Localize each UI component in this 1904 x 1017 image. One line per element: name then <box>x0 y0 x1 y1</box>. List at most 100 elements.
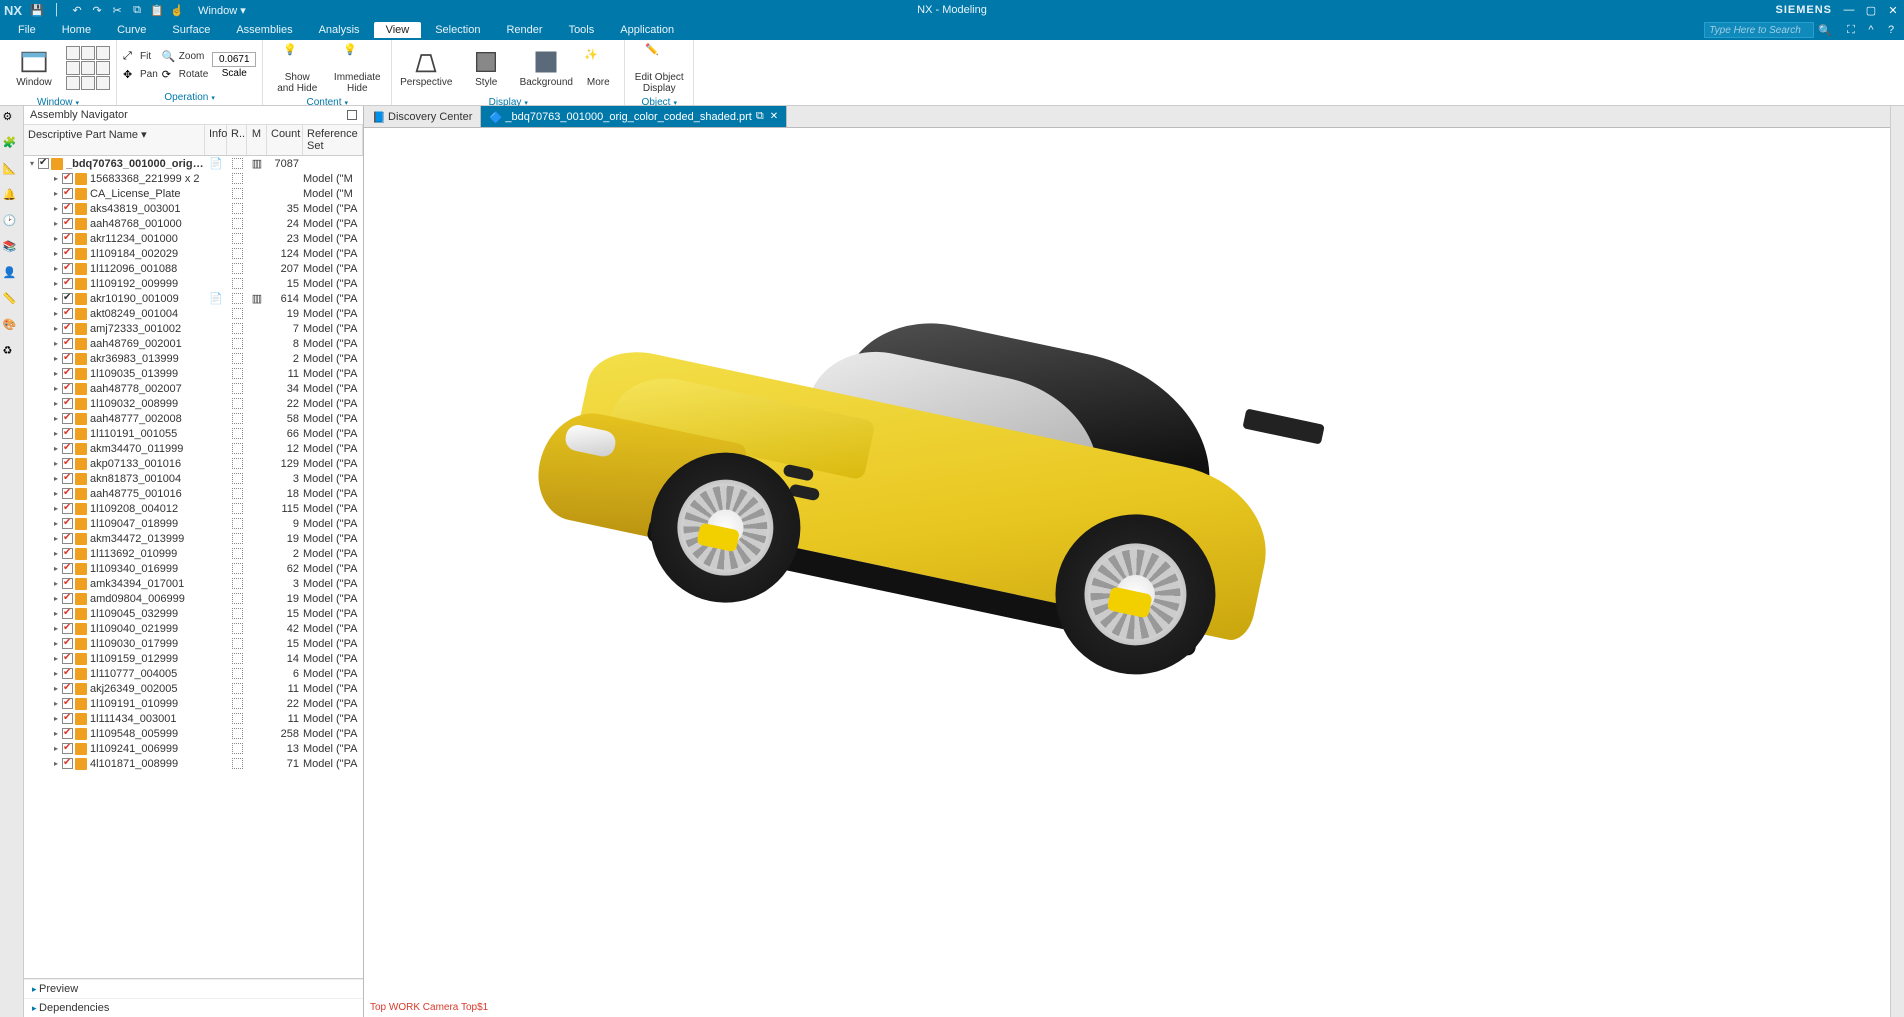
show-and-hide-button[interactable]: 💡 Show and Hide <box>269 42 325 94</box>
tree-row[interactable]: ▸1l109192_00999915Model ("PA <box>24 276 363 291</box>
col-count[interactable]: Count <box>267 125 303 155</box>
tree-row[interactable]: ▸akt08249_00100419Model ("PA <box>24 306 363 321</box>
expander-icon[interactable]: ▸ <box>52 414 60 423</box>
expander-icon[interactable]: ▸ <box>52 294 60 303</box>
expander-icon[interactable]: ▸ <box>52 594 60 603</box>
visibility-checkbox[interactable] <box>62 503 73 514</box>
visibility-checkbox[interactable] <box>62 263 73 274</box>
expander-icon[interactable]: ▸ <box>52 624 60 633</box>
notification-icon[interactable]: 🔔 <box>3 188 21 206</box>
expander-icon[interactable]: ▸ <box>52 639 60 648</box>
expander-icon[interactable]: ▸ <box>52 459 60 468</box>
style-button[interactable]: Style <box>458 42 514 94</box>
expander-icon[interactable]: ▸ <box>52 249 60 258</box>
tree-row[interactable]: ▸akm34472_01399919Model ("PA <box>24 531 363 546</box>
tree-row[interactable]: ▸1l109030_01799915Model ("PA <box>24 636 363 651</box>
preview-section[interactable]: Preview <box>24 979 363 998</box>
tree-row[interactable]: ▸aah48768_00100024Model ("PA <box>24 216 363 231</box>
graphics-canvas[interactable]: Top WORK Camera Top$1 <box>364 128 1890 1017</box>
tree-row[interactable]: ▸1l109035_01399911Model ("PA <box>24 366 363 381</box>
menu-file[interactable]: File <box>6 22 48 38</box>
expander-icon[interactable]: ▸ <box>52 654 60 663</box>
tree-row[interactable]: ▸1l109184_002029124Model ("PA <box>24 246 363 261</box>
expander-icon[interactable]: ▸ <box>52 669 60 678</box>
expander-icon[interactable]: ▸ <box>52 534 60 543</box>
visibility-checkbox[interactable] <box>62 488 73 499</box>
visibility-checkbox[interactable] <box>62 323 73 334</box>
tree-row[interactable]: ▸CA_License_PlateModel ("M <box>24 186 363 201</box>
restore-icon[interactable]: ▢ <box>1864 4 1878 17</box>
maximize-panel-icon[interactable] <box>347 110 357 120</box>
expander-icon[interactable]: ▸ <box>52 369 60 378</box>
dependencies-section[interactable]: Dependencies <box>24 998 363 1017</box>
measure-icon[interactable]: 📏 <box>3 292 21 310</box>
tree-row[interactable]: ▸1l109040_02199942Model ("PA <box>24 621 363 636</box>
expander-icon[interactable]: ▸ <box>52 519 60 528</box>
expander-icon[interactable]: ▾ <box>28 159 36 168</box>
menu-selection[interactable]: Selection <box>423 22 492 38</box>
tree-row[interactable]: ▸1l109548_005999258Model ("PA <box>24 726 363 741</box>
touch-icon[interactable]: ☝ <box>170 3 184 17</box>
col-info[interactable]: Info <box>205 125 227 155</box>
visibility-checkbox[interactable] <box>62 428 73 439</box>
tree-row[interactable]: ▸1l111434_00300111Model ("PA <box>24 711 363 726</box>
visibility-checkbox[interactable] <box>62 338 73 349</box>
visibility-checkbox[interactable] <box>62 188 73 199</box>
visibility-checkbox[interactable] <box>62 563 73 574</box>
visibility-checkbox[interactable] <box>62 413 73 424</box>
expander-icon[interactable]: ▸ <box>52 579 60 588</box>
more-button[interactable]: ✨ More <box>578 42 618 94</box>
rotate-button[interactable]: ⟳Rotate <box>162 66 208 83</box>
tree-row[interactable]: ▸1l109208_004012115Model ("PA <box>24 501 363 516</box>
part-navigator-icon[interactable]: 📐 <box>3 162 21 180</box>
visibility-checkbox[interactable] <box>62 683 73 694</box>
expander-icon[interactable]: ▸ <box>52 279 60 288</box>
help-up-icon[interactable]: ^ <box>1864 24 1878 37</box>
menu-curve[interactable]: Curve <box>105 22 158 38</box>
visibility-checkbox[interactable] <box>62 668 73 679</box>
visibility-checkbox[interactable] <box>62 623 73 634</box>
expander-icon[interactable]: ▸ <box>52 429 60 438</box>
fullscreen-icon[interactable]: ⛶ <box>1844 24 1858 37</box>
visibility-checkbox[interactable] <box>62 293 73 304</box>
immediate-hide-button[interactable]: 💡 Immediate Hide <box>329 42 385 94</box>
expander-icon[interactable]: ▸ <box>52 309 60 318</box>
tree-row[interactable]: ▸akj26349_00200511Model ("PA <box>24 681 363 696</box>
copy-icon[interactable]: ⧉ <box>130 3 144 17</box>
visibility-checkbox[interactable] <box>62 578 73 589</box>
minimize-icon[interactable]: — <box>1842 4 1856 17</box>
cut-icon[interactable]: ✂ <box>110 3 124 17</box>
expander-icon[interactable]: ▸ <box>52 744 60 753</box>
expander-icon[interactable]: ▸ <box>52 324 60 333</box>
visibility-checkbox[interactable] <box>62 233 73 244</box>
visibility-checkbox[interactable] <box>62 518 73 529</box>
expander-icon[interactable]: ▸ <box>52 714 60 723</box>
col-r[interactable]: R.. <box>227 125 247 155</box>
fit-button[interactable]: ⤢Fit <box>123 48 158 65</box>
col-m[interactable]: M <box>247 125 267 155</box>
visibility-checkbox[interactable] <box>62 278 73 289</box>
search-icon[interactable]: 🔍 <box>1818 24 1832 37</box>
menu-view[interactable]: View <box>374 22 422 38</box>
tree-row[interactable]: ▸akp07133_001016129Model ("PA <box>24 456 363 471</box>
scale-input[interactable] <box>212 52 256 67</box>
visibility-checkbox[interactable] <box>38 158 49 169</box>
window-button[interactable]: Window <box>6 42 62 94</box>
tree-row[interactable]: ▾_bdq70763_001000_orig_colo...📄▥7087 <box>24 156 363 171</box>
tree-row[interactable]: ▸1l109241_00699913Model ("PA <box>24 741 363 756</box>
tree-row[interactable]: ▸akr11234_00100023Model ("PA <box>24 231 363 246</box>
reuse-icon[interactable]: ♻ <box>3 344 21 362</box>
visibility-checkbox[interactable] <box>62 698 73 709</box>
tree-row[interactable]: ▸1l110191_00105566Model ("PA <box>24 426 363 441</box>
menu-surface[interactable]: Surface <box>160 22 222 38</box>
expander-icon[interactable]: ▸ <box>52 189 60 198</box>
undo-icon[interactable]: ↶ <box>70 3 84 17</box>
tree-row[interactable]: ▸aah48769_0020018Model ("PA <box>24 336 363 351</box>
tree-row[interactable]: ▸akm34470_01199912Model ("PA <box>24 441 363 456</box>
expander-icon[interactable]: ▸ <box>52 234 60 243</box>
close-icon[interactable]: ✕ <box>1886 4 1900 17</box>
tab-part-file[interactable]: 🔷 _bdq70763_001000_orig_color_coded_shad… <box>481 106 787 127</box>
visibility-checkbox[interactable] <box>62 173 73 184</box>
tree-row[interactable]: ▸1l109159_01299914Model ("PA <box>24 651 363 666</box>
expander-icon[interactable]: ▸ <box>52 354 60 363</box>
